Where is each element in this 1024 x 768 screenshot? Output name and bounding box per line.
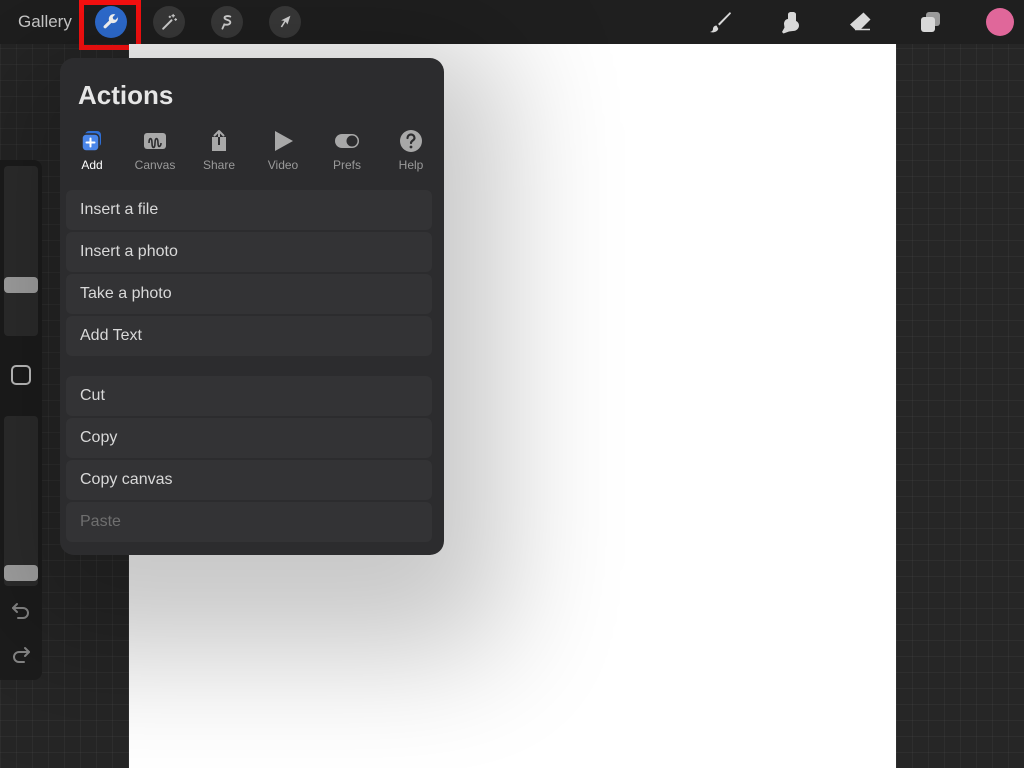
menu-item-label: Cut [80,387,105,404]
insert-photo-item[interactable]: Insert a photo [66,232,432,272]
brush-size-slider-handle[interactable] [4,277,38,293]
tab-label: Video [267,158,299,172]
top-toolbar: Gallery [0,0,1024,50]
redo-icon [13,647,30,663]
left-sidebar [0,160,42,680]
tab-canvas[interactable]: Canvas [123,126,187,174]
tab-video[interactable]: Video [251,126,315,174]
clipboard-menu-group: Cut Copy Copy canvas Paste [66,376,432,544]
tab-add[interactable]: Add [60,126,124,174]
magic-wand-icon [162,13,178,30]
actions-wrench-button[interactable] [95,6,127,38]
panel-title: Actions [78,80,174,110]
brush-icon [710,12,731,33]
menu-item-label: Paste [80,513,121,530]
copy-item[interactable]: Copy [66,418,432,458]
menu-item-label: Copy canvas [80,471,173,488]
transform-button[interactable] [269,6,301,38]
add-menu-group: Insert a file Insert a photo Take a phot… [66,190,432,358]
eraser-button[interactable] [844,6,876,38]
layers-icon [921,12,940,32]
layers-button[interactable] [914,6,946,38]
canvas-icon [142,128,168,154]
tab-label: Share [202,158,236,172]
selection-icon [221,15,232,30]
transform-arrow-icon [280,15,291,28]
adjustments-button[interactable] [153,6,185,38]
tab-label: Canvas [134,158,176,172]
add-layer-icon [79,128,105,154]
opacity-slider-handle[interactable] [4,565,38,581]
tab-share[interactable]: Share [187,126,251,174]
insert-file-item[interactable]: Insert a file [66,190,432,230]
tab-label: Add [81,158,103,172]
add-text-item[interactable]: Add Text [66,316,432,356]
actions-panel: Actions Add Canvas Share Video Prefs Hel… [60,58,444,555]
smudge-icon [782,12,799,34]
brush-size-slider-track[interactable] [4,166,38,336]
selection-button[interactable] [211,6,243,38]
menu-item-label: Copy [80,429,118,446]
tab-label: Help [398,158,424,172]
take-photo-item[interactable]: Take a photo [66,274,432,314]
tab-prefs[interactable]: Prefs [315,126,379,174]
play-icon [270,128,296,154]
undo-icon [12,603,29,619]
undo-button[interactable] [10,600,32,620]
share-icon [206,128,232,154]
opacity-slider-track[interactable] [4,416,38,586]
gallery-button[interactable]: Gallery [18,12,72,32]
redo-button[interactable] [10,644,32,664]
modify-button[interactable] [11,365,31,385]
menu-item-label: Add Text [80,327,142,344]
menu-item-label: Take a photo [80,285,172,302]
menu-item-label: Insert a photo [80,243,178,260]
smudge-button[interactable] [774,6,806,38]
menu-item-label: Insert a file [80,201,159,218]
cut-item[interactable]: Cut [66,376,432,416]
eraser-icon [850,12,871,31]
wrench-icon [103,14,119,29]
toggle-icon [334,128,360,154]
tab-label: Prefs [332,158,361,172]
tab-help[interactable]: Help [379,126,443,174]
color-swatch-button[interactable] [986,8,1014,36]
paste-item[interactable]: Paste [66,502,432,542]
actions-tabs: Add Canvas Share Video Prefs Help [60,126,444,174]
help-icon [398,128,424,154]
copy-canvas-item[interactable]: Copy canvas [66,460,432,500]
brush-button[interactable] [704,6,736,38]
